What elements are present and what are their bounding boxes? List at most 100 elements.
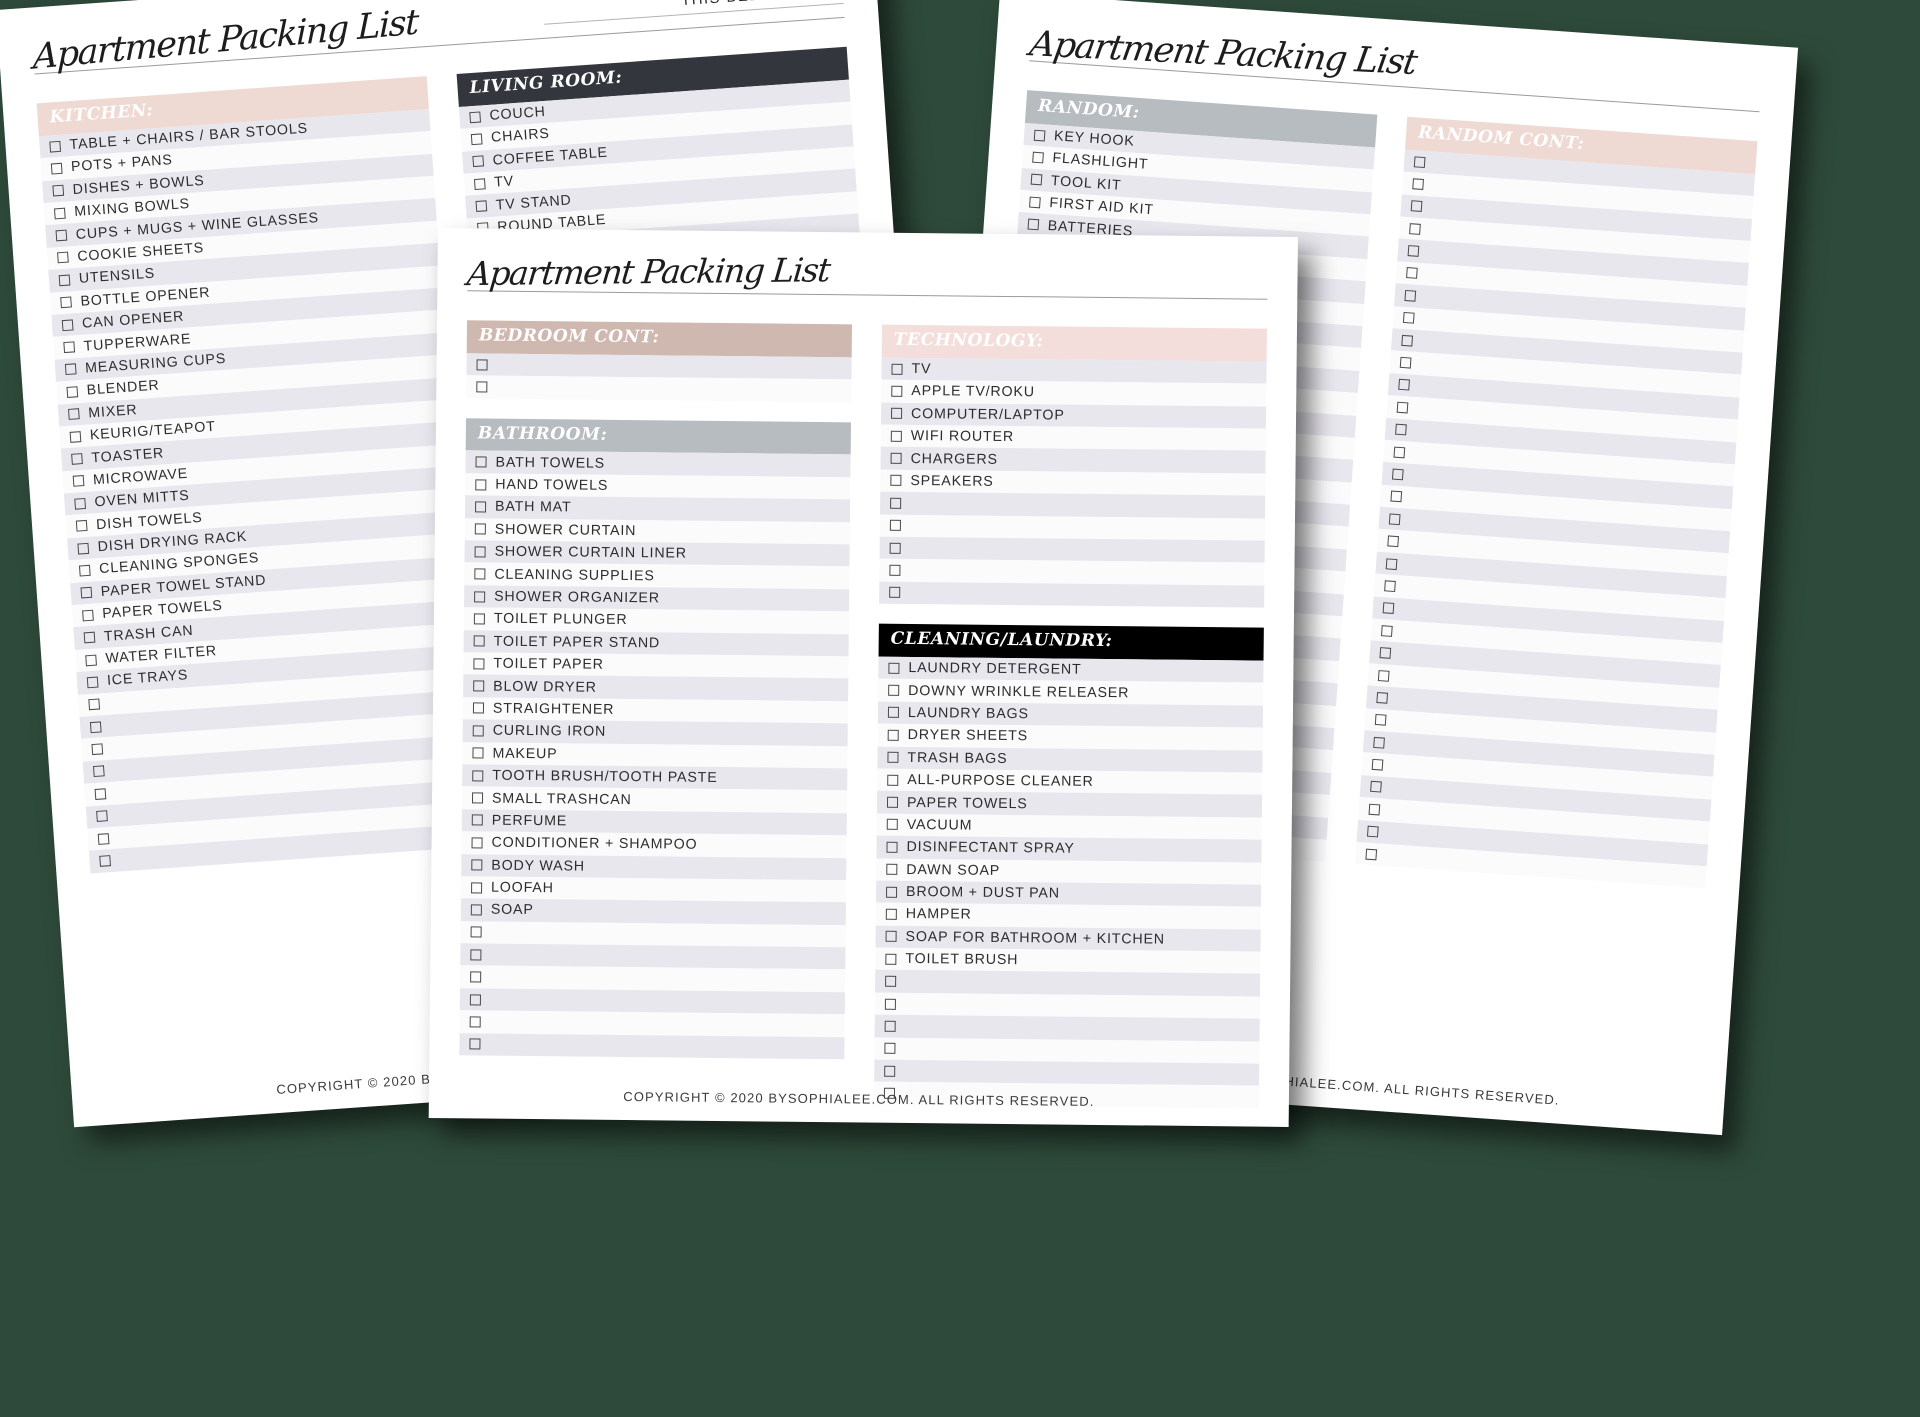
checkbox-icon[interactable] [1370,781,1382,794]
checkbox-icon[interactable] [1401,334,1414,347]
checkbox-icon[interactable] [890,430,902,442]
checkbox-icon[interactable] [1030,173,1043,186]
checkbox-icon[interactable] [1388,513,1401,525]
checkbox-icon[interactable] [89,721,102,733]
checkbox-icon[interactable] [1382,602,1395,615]
checkbox-icon[interactable] [472,725,484,737]
checkbox-icon[interactable] [1387,535,1400,548]
checkbox-icon[interactable] [1374,714,1387,726]
checkbox-icon[interactable] [1395,423,1407,436]
checkbox-icon[interactable] [473,635,485,647]
checkbox-icon[interactable] [1404,289,1417,302]
checkbox-icon[interactable] [474,523,486,535]
checklist-row[interactable] [459,1032,845,1060]
checkbox-icon[interactable] [889,520,901,532]
checkbox-icon[interactable] [71,453,83,465]
checkbox-icon[interactable] [887,774,899,786]
checkbox-icon[interactable] [469,993,481,1006]
checkbox-icon[interactable] [890,497,902,509]
checkbox-icon[interactable] [74,497,87,510]
checkbox-icon[interactable] [887,707,900,719]
checkbox-icon[interactable] [471,792,484,804]
checkbox-icon[interactable] [1381,624,1393,637]
checkbox-icon[interactable] [1412,178,1424,190]
checkbox-icon[interactable] [52,185,65,197]
checkbox-icon[interactable] [58,274,71,287]
checkbox-icon[interactable] [471,814,483,826]
checkbox-icon[interactable] [88,698,101,711]
checkbox-icon[interactable] [1402,312,1415,324]
checkbox-icon[interactable] [470,926,482,938]
checkbox-icon[interactable] [889,587,901,599]
checkbox-icon[interactable] [890,475,902,487]
checkbox-icon[interactable] [474,568,486,580]
checkbox-icon[interactable] [884,998,896,1010]
checkbox-icon[interactable] [891,385,903,397]
checkbox-icon[interactable] [472,747,484,759]
checkbox-icon[interactable] [49,140,62,153]
checkbox-icon[interactable] [66,386,79,398]
checkbox-icon[interactable] [885,975,897,987]
checkbox-icon[interactable] [75,520,88,532]
checkbox-icon[interactable] [475,200,488,213]
checkbox-icon[interactable] [473,178,486,190]
checkbox-icon[interactable] [469,1016,481,1028]
checkbox-icon[interactable] [888,684,900,696]
checkbox-icon[interactable] [1390,490,1403,503]
checkbox-icon[interactable] [68,408,80,421]
checkbox-icon[interactable] [1409,222,1421,235]
checkbox-icon[interactable] [471,837,483,849]
checkbox-icon[interactable] [470,133,483,146]
checkbox-icon[interactable] [53,207,66,220]
checkbox-icon[interactable] [85,654,97,666]
checkbox-icon[interactable] [60,296,72,309]
checkbox-icon[interactable] [886,796,899,808]
checkbox-icon[interactable] [93,765,105,778]
checkbox-icon[interactable] [889,564,901,576]
checkbox-icon[interactable] [472,770,484,782]
checkbox-icon[interactable] [96,810,108,823]
checkbox-icon[interactable] [886,886,898,898]
checkbox-icon[interactable] [1371,758,1384,771]
checkbox-icon[interactable] [80,587,93,599]
checkbox-icon[interactable] [888,662,900,674]
checkbox-icon[interactable] [886,841,898,853]
checklist-row[interactable] [879,581,1265,608]
checkbox-icon[interactable] [473,680,485,692]
checkbox-icon[interactable] [1376,691,1389,704]
checkbox-icon[interactable] [91,743,104,756]
checkbox-icon[interactable] [469,1038,481,1050]
checkbox-icon[interactable] [77,542,90,555]
checkbox-icon[interactable] [890,452,902,464]
checkbox-icon[interactable] [473,658,485,670]
checkbox-icon[interactable] [94,788,107,800]
checkbox-icon[interactable] [887,751,899,764]
checkbox-icon[interactable] [1413,155,1426,168]
checkbox-icon[interactable] [69,430,82,443]
checkbox-icon[interactable] [470,971,482,983]
checkbox-icon[interactable] [1027,218,1040,231]
checkbox-icon[interactable] [476,358,488,371]
checkbox-icon[interactable] [99,855,111,867]
checkbox-icon[interactable] [884,1065,896,1077]
checkbox-icon[interactable] [885,908,897,920]
checkbox-icon[interactable] [78,564,91,577]
checkbox-icon[interactable] [1385,557,1398,570]
checkbox-icon[interactable] [1391,468,1404,481]
checkbox-icon[interactable] [86,676,99,689]
checkbox-icon[interactable] [61,319,74,331]
checkbox-icon[interactable] [97,832,110,845]
checkbox-icon[interactable] [55,229,68,242]
checkbox-icon[interactable] [1379,647,1392,659]
checkbox-icon[interactable] [1407,245,1420,257]
checkbox-icon[interactable] [1033,129,1046,142]
checkbox-icon[interactable] [886,819,898,831]
checkbox-icon[interactable] [1406,267,1418,280]
checkbox-icon[interactable] [470,904,482,916]
checkbox-icon[interactable] [472,155,485,168]
checkbox-icon[interactable] [1399,356,1412,369]
checkbox-icon[interactable] [887,729,899,741]
checkbox-icon[interactable] [83,631,96,644]
checkbox-icon[interactable] [1396,401,1409,414]
checkbox-icon[interactable] [1398,379,1410,391]
